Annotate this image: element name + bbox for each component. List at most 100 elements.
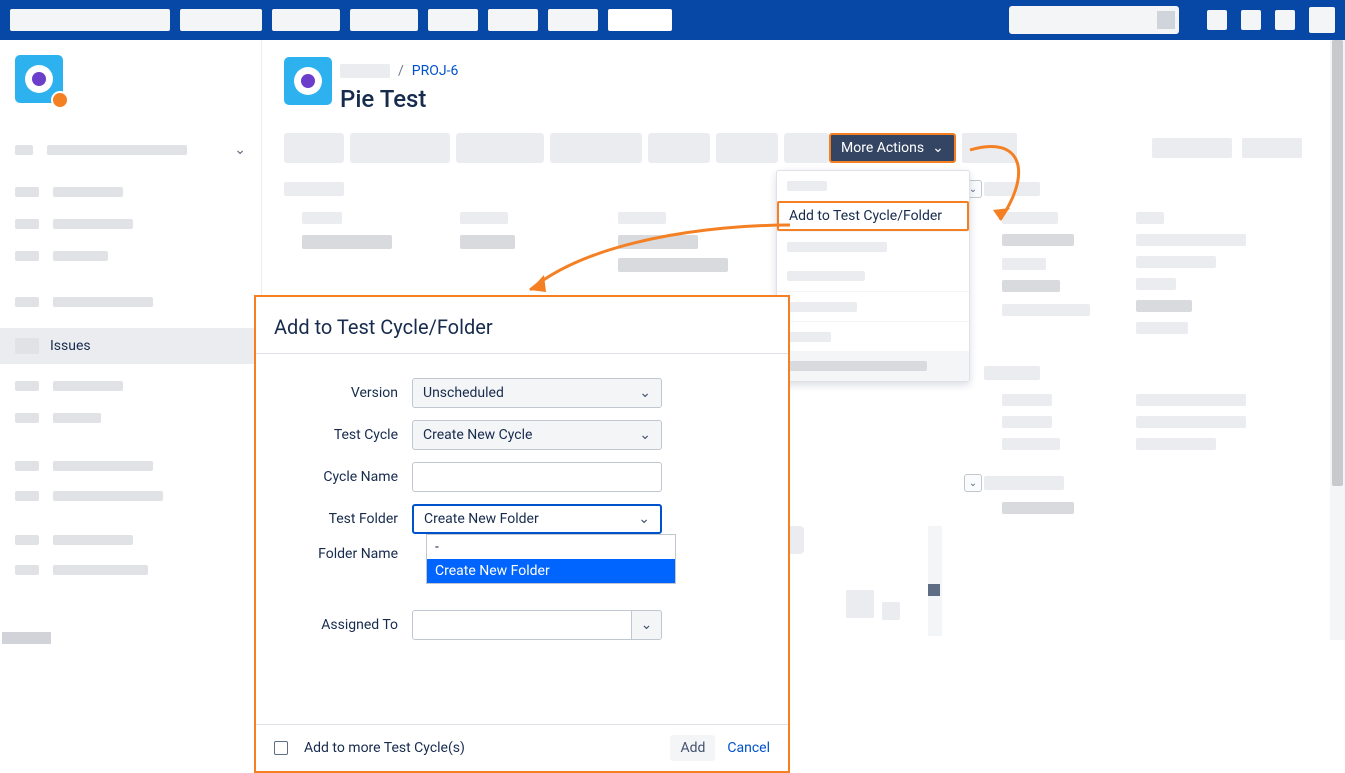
add-more-checkbox[interactable] (274, 741, 288, 755)
nav-icon-button[interactable] (1241, 10, 1261, 30)
top-nav (0, 0, 1345, 40)
sidebar: ⌄ Issues (0, 40, 262, 726)
assigned-to-dropdown-button[interactable]: ⌄ (632, 610, 662, 640)
project-icon[interactable] (15, 55, 63, 103)
nav-item-placeholder[interactable] (608, 9, 672, 31)
search-icon (1157, 11, 1175, 29)
chevron-down-icon: ⌄ (641, 617, 653, 633)
menu-item-placeholder[interactable] (777, 351, 969, 381)
add-more-label: Add to more Test Cycle(s) (304, 740, 465, 756)
chevron-down-icon: ⌄ (639, 427, 651, 443)
nav-item-placeholder[interactable] (548, 9, 598, 31)
nav-item-placeholder[interactable] (272, 9, 340, 31)
detail-placeholder (1002, 304, 1090, 316)
detail-placeholder (1002, 280, 1060, 292)
chevron-up-icon[interactable] (928, 584, 940, 596)
breadcrumb-issue-link[interactable]: PROJ-6 (412, 63, 459, 79)
detail-placeholder (1136, 300, 1192, 312)
detail-placeholder (1136, 234, 1246, 246)
toolbar-button-placeholder[interactable] (716, 133, 778, 163)
test-folder-select[interactable]: Create New Folder ⌄ (412, 504, 662, 534)
detail-placeholder (1136, 212, 1164, 224)
detail-placeholder (460, 235, 515, 249)
test-cycle-select[interactable]: Create New Cycle ⌄ (412, 420, 662, 450)
toolbar-button-placeholder[interactable] (284, 133, 344, 163)
sidebar-item-issues[interactable]: Issues (0, 328, 261, 364)
detail-placeholder (1136, 322, 1188, 334)
scrollbar-thumb[interactable] (1332, 40, 1343, 486)
assigned-to-combo[interactable]: ⌄ (412, 610, 662, 640)
version-value: Unscheduled (423, 385, 504, 401)
option-create-new-folder[interactable]: Create New Folder (427, 559, 675, 583)
sidebar-resize-handle[interactable] (2, 632, 51, 644)
detail-placeholder (1002, 212, 1058, 224)
nav-item-placeholder[interactable] (180, 9, 262, 31)
menu-item-placeholder[interactable] (777, 321, 969, 351)
detail-placeholder (284, 182, 344, 196)
version-select[interactable]: Unscheduled ⌄ (412, 378, 662, 408)
detail-placeholder (1002, 502, 1074, 514)
breadcrumb-project-placeholder[interactable] (340, 64, 390, 78)
nav-icon-button[interactable] (1275, 10, 1295, 30)
menu-item-placeholder[interactable] (777, 231, 969, 261)
page-title: Pie Test (340, 85, 426, 113)
detail-placeholder (1136, 394, 1246, 406)
nav-icon-button[interactable] (1207, 10, 1227, 30)
chevron-down-icon: ⌄ (639, 385, 651, 401)
sidebar-item-label: Issues (50, 338, 91, 354)
search-input[interactable] (1009, 6, 1179, 34)
toolbar-button-placeholder[interactable] (784, 133, 829, 163)
detail-placeholder (984, 182, 1040, 196)
breadcrumb: / PROJ-6 (340, 63, 458, 79)
option-dash[interactable]: - (427, 535, 675, 559)
add-button[interactable]: Add (670, 735, 715, 761)
test-folder-options: - Create New Folder (426, 534, 676, 584)
menu-item-placeholder[interactable] (777, 291, 969, 321)
detail-placeholder (1002, 234, 1074, 246)
nav-item-placeholder[interactable] (350, 9, 418, 31)
more-actions-button[interactable]: More Actions ⌄ (829, 133, 956, 163)
chevron-down-icon[interactable]: ⌄ (234, 142, 246, 158)
chevron-down-icon[interactable]: ⌄ (964, 474, 982, 492)
nav-item-placeholder[interactable] (428, 9, 478, 31)
attachment-panel (832, 526, 942, 636)
menu-item-placeholder[interactable] (777, 171, 969, 201)
cancel-link[interactable]: Cancel (727, 740, 770, 756)
menu-item-label: Add to Test Cycle/Folder (789, 208, 942, 224)
more-actions-menu: Add to Test Cycle/Folder (776, 170, 970, 382)
avatar[interactable] (1309, 7, 1335, 33)
toolbar-button-placeholder[interactable] (962, 133, 1017, 163)
toolbar-button-placeholder[interactable] (456, 133, 544, 163)
label-assigned-to: Assigned To (272, 617, 412, 633)
nav-item-placeholder[interactable] (488, 9, 538, 31)
cycle-name-input[interactable] (412, 462, 662, 492)
menu-item-add-to-cycle[interactable]: Add to Test Cycle/Folder (777, 201, 969, 231)
add-to-cycle-dialog: Add to Test Cycle/Folder Version Unsched… (254, 295, 790, 773)
meta-placeholder[interactable] (1242, 138, 1302, 158)
badge-icon (51, 91, 69, 109)
detail-placeholder (618, 235, 698, 249)
label-test-cycle: Test Cycle (272, 427, 412, 443)
detail-placeholder (1002, 258, 1046, 270)
detail-placeholder (984, 476, 1064, 490)
detail-placeholder (1002, 416, 1052, 428)
detail-placeholder (1136, 438, 1216, 450)
detail-placeholder (302, 212, 342, 224)
label-folder-name: Folder Name (272, 546, 412, 562)
detail-placeholder (1136, 416, 1246, 428)
assigned-to-input[interactable] (412, 610, 632, 640)
detail-placeholder (1002, 394, 1052, 406)
thumb-placeholder (882, 602, 900, 620)
toolbar-button-placeholder[interactable] (648, 133, 710, 163)
detail-placeholder (1136, 278, 1176, 290)
detail-placeholder (1136, 256, 1216, 268)
meta-placeholder[interactable] (1152, 138, 1232, 158)
thumb-placeholder (846, 590, 874, 618)
label-version: Version (272, 385, 412, 401)
menu-item-placeholder[interactable] (777, 261, 969, 291)
issues-icon (15, 338, 39, 354)
detail-placeholder (302, 235, 392, 249)
toolbar-button-placeholder[interactable] (350, 133, 450, 163)
toolbar-button-placeholder[interactable] (550, 133, 642, 163)
detail-placeholder (618, 212, 666, 224)
